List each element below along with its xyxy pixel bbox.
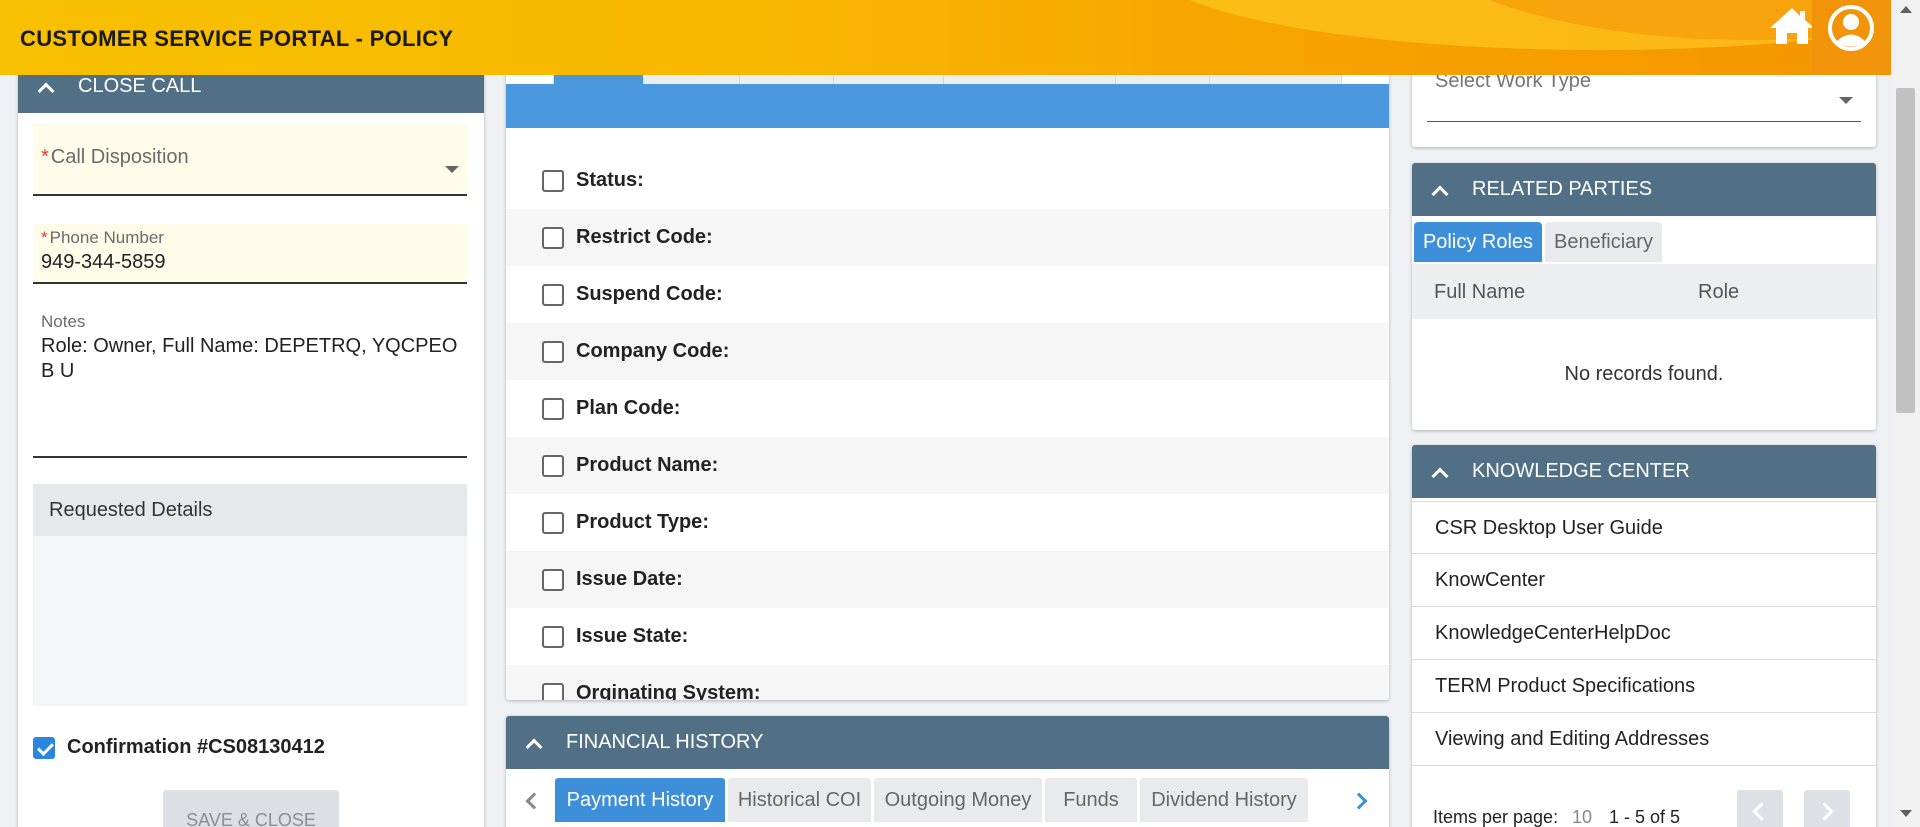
knowledge-link[interactable]: CSR Desktop User Guide <box>1412 501 1876 554</box>
items-per-page-select[interactable]: 10 <box>1572 807 1592 827</box>
phone-number-value[interactable]: 949-344-5859 <box>41 251 166 274</box>
field-checkbox[interactable] <box>542 454 564 477</box>
field-checkbox[interactable] <box>542 340 564 363</box>
policy-details-panel: Status: Restrict Code: Suspend Code: Com… <box>506 60 1389 700</box>
column-role[interactable]: Role <box>1698 281 1739 304</box>
confirmation-row[interactable]: Confirmation #CS08130412 <box>33 736 325 759</box>
financial-history-title: FINANCIAL HISTORY <box>566 731 764 753</box>
field-checkbox[interactable] <box>542 625 564 648</box>
field-checkbox[interactable] <box>542 397 564 420</box>
knowledge-center-panel: KNOWLEDGE CENTER CSR Desktop User Guide … <box>1412 445 1876 827</box>
tab-beneficiary[interactable]: Beneficiary <box>1545 222 1662 262</box>
policy-field-row: Plan Code: <box>506 380 1389 437</box>
knowledge-link[interactable]: KnowCenter <box>1412 554 1876 607</box>
chevron-up-icon <box>1432 468 1446 482</box>
policy-field-row: Restrict Code: <box>506 209 1389 266</box>
knowledge-center-header[interactable]: KNOWLEDGE CENTER <box>1412 445 1876 498</box>
field-checkbox[interactable] <box>542 226 564 249</box>
notes-field[interactable]: Notes Role: Owner, Full Name: DEPETRQ, Y… <box>33 308 467 458</box>
tab-policy-roles[interactable]: Policy Roles <box>1414 222 1542 262</box>
policy-field-row: Status: <box>506 152 1389 209</box>
page-scrollbar[interactable] <box>1891 0 1920 827</box>
close-call-title: CLOSE CALL <box>78 75 202 97</box>
policy-field-row: Orginating System: <box>506 665 1389 700</box>
notes-label: Notes <box>41 312 86 331</box>
items-per-page-label: Items per page: <box>1433 807 1559 827</box>
field-label: Product Name <box>576 454 712 476</box>
knowledge-link[interactable]: TERM Product Specifications <box>1412 660 1876 713</box>
scroll-down-icon[interactable] <box>1900 810 1912 817</box>
field-label: Issue State <box>576 625 682 647</box>
knowledge-link[interactable]: Viewing and Editing Addresses <box>1412 713 1876 766</box>
field-label: Plan Code <box>576 397 674 419</box>
knowledge-center-title: KNOWLEDGE CENTER <box>1472 460 1690 482</box>
financial-history-panel: FINANCIAL HISTORY Payment History Histor… <box>506 716 1389 827</box>
field-label: Suspend Code <box>576 283 717 305</box>
knowledge-link[interactable]: KnowledgeCenterHelpDoc <box>1412 607 1876 660</box>
policy-field-row: Issue Date: <box>506 551 1389 608</box>
confirmation-label: Confirmation #CS08130412 <box>67 736 325 758</box>
field-label: Product Type <box>576 511 703 533</box>
related-parties-panel: RELATED PARTIES Policy Roles Beneficiary… <box>1412 163 1876 430</box>
empty-message: No records found. <box>1564 363 1724 385</box>
chevron-up-icon <box>38 83 52 97</box>
field-label: Restrict Code <box>576 226 707 248</box>
related-parties-title: RELATED PARTIES <box>1472 178 1653 200</box>
required-marker: * <box>41 146 49 168</box>
scroll-thumb[interactable] <box>1896 88 1915 413</box>
requested-details-box: Requested Details <box>33 484 467 706</box>
tab-funds[interactable]: Funds <box>1045 778 1137 822</box>
chevron-right-icon[interactable] <box>1349 786 1373 816</box>
policy-field-row: Company Code: <box>506 323 1389 380</box>
user-icon <box>1828 5 1874 51</box>
table-header: Full Name Role <box>1412 264 1876 319</box>
tab-historical-coi[interactable]: Historical COI <box>728 778 871 822</box>
tab-dividend-history[interactable]: Dividend History <box>1140 778 1308 822</box>
field-checkbox[interactable] <box>542 568 564 591</box>
phone-number-label: Phone Number <box>49 228 164 247</box>
field-checkbox[interactable] <box>542 169 564 192</box>
home-icon[interactable] <box>1767 6 1817 46</box>
column-full-name[interactable]: Full Name <box>1434 281 1525 304</box>
required-marker: * <box>41 228 48 247</box>
tab-outgoing-money[interactable]: Outgoing Money <box>874 778 1042 822</box>
confirmation-checkbox[interactable] <box>33 736 55 759</box>
policy-section-bar <box>506 84 1389 128</box>
app-header: CUSTOMER SERVICE PORTAL - POLICY <box>0 0 1891 75</box>
chevron-down-icon <box>1839 97 1853 104</box>
save-close-button[interactable]: SAVE & CLOSE <box>163 790 339 827</box>
chevron-right-icon[interactable] <box>1804 790 1850 827</box>
chevron-up-icon <box>526 739 540 753</box>
field-label: Issue Date <box>576 568 677 590</box>
call-disposition-label: Call Disposition <box>50 146 189 168</box>
chevron-left-icon[interactable] <box>520 786 544 816</box>
field-label: Company Code <box>576 340 723 362</box>
page-range: 1 - 5 of 5 <box>1609 807 1681 827</box>
policy-field-row: Product Type: <box>506 494 1389 551</box>
user-profile-button[interactable] <box>1812 0 1891 75</box>
policy-field-row: Product Name: <box>506 437 1389 494</box>
field-label: Orginating System <box>576 682 754 700</box>
chevron-down-icon <box>445 166 459 173</box>
field-checkbox[interactable] <box>542 682 564 700</box>
notes-value[interactable]: Role: Owner, Full Name: DEPETRQ, YQCPEOB… <box>41 334 461 384</box>
page-title: CUSTOMER SERVICE PORTAL - POLICY <box>20 26 454 51</box>
chevron-left-icon[interactable] <box>1737 790 1783 827</box>
policy-field-row: Issue State: <box>506 608 1389 665</box>
call-disposition-select[interactable]: * Call Disposition <box>33 124 467 196</box>
close-call-panel: CLOSE CALL * Call Disposition * Phone Numb… <box>18 60 484 827</box>
requested-details-label: Requested Details <box>33 484 467 536</box>
financial-history-header[interactable]: FINANCIAL HISTORY <box>506 716 1389 769</box>
tab-payment-history[interactable]: Payment History <box>555 778 725 822</box>
phone-number-field[interactable]: * Phone Number 949-344-5859 <box>33 224 467 284</box>
field-label: Status <box>576 169 638 191</box>
chevron-up-icon <box>1432 186 1446 200</box>
related-parties-header[interactable]: RELATED PARTIES <box>1412 163 1876 216</box>
field-checkbox[interactable] <box>542 511 564 534</box>
scroll-up-icon[interactable] <box>1900 6 1912 13</box>
policy-field-row: Suspend Code: <box>506 266 1389 323</box>
field-checkbox[interactable] <box>542 283 564 306</box>
